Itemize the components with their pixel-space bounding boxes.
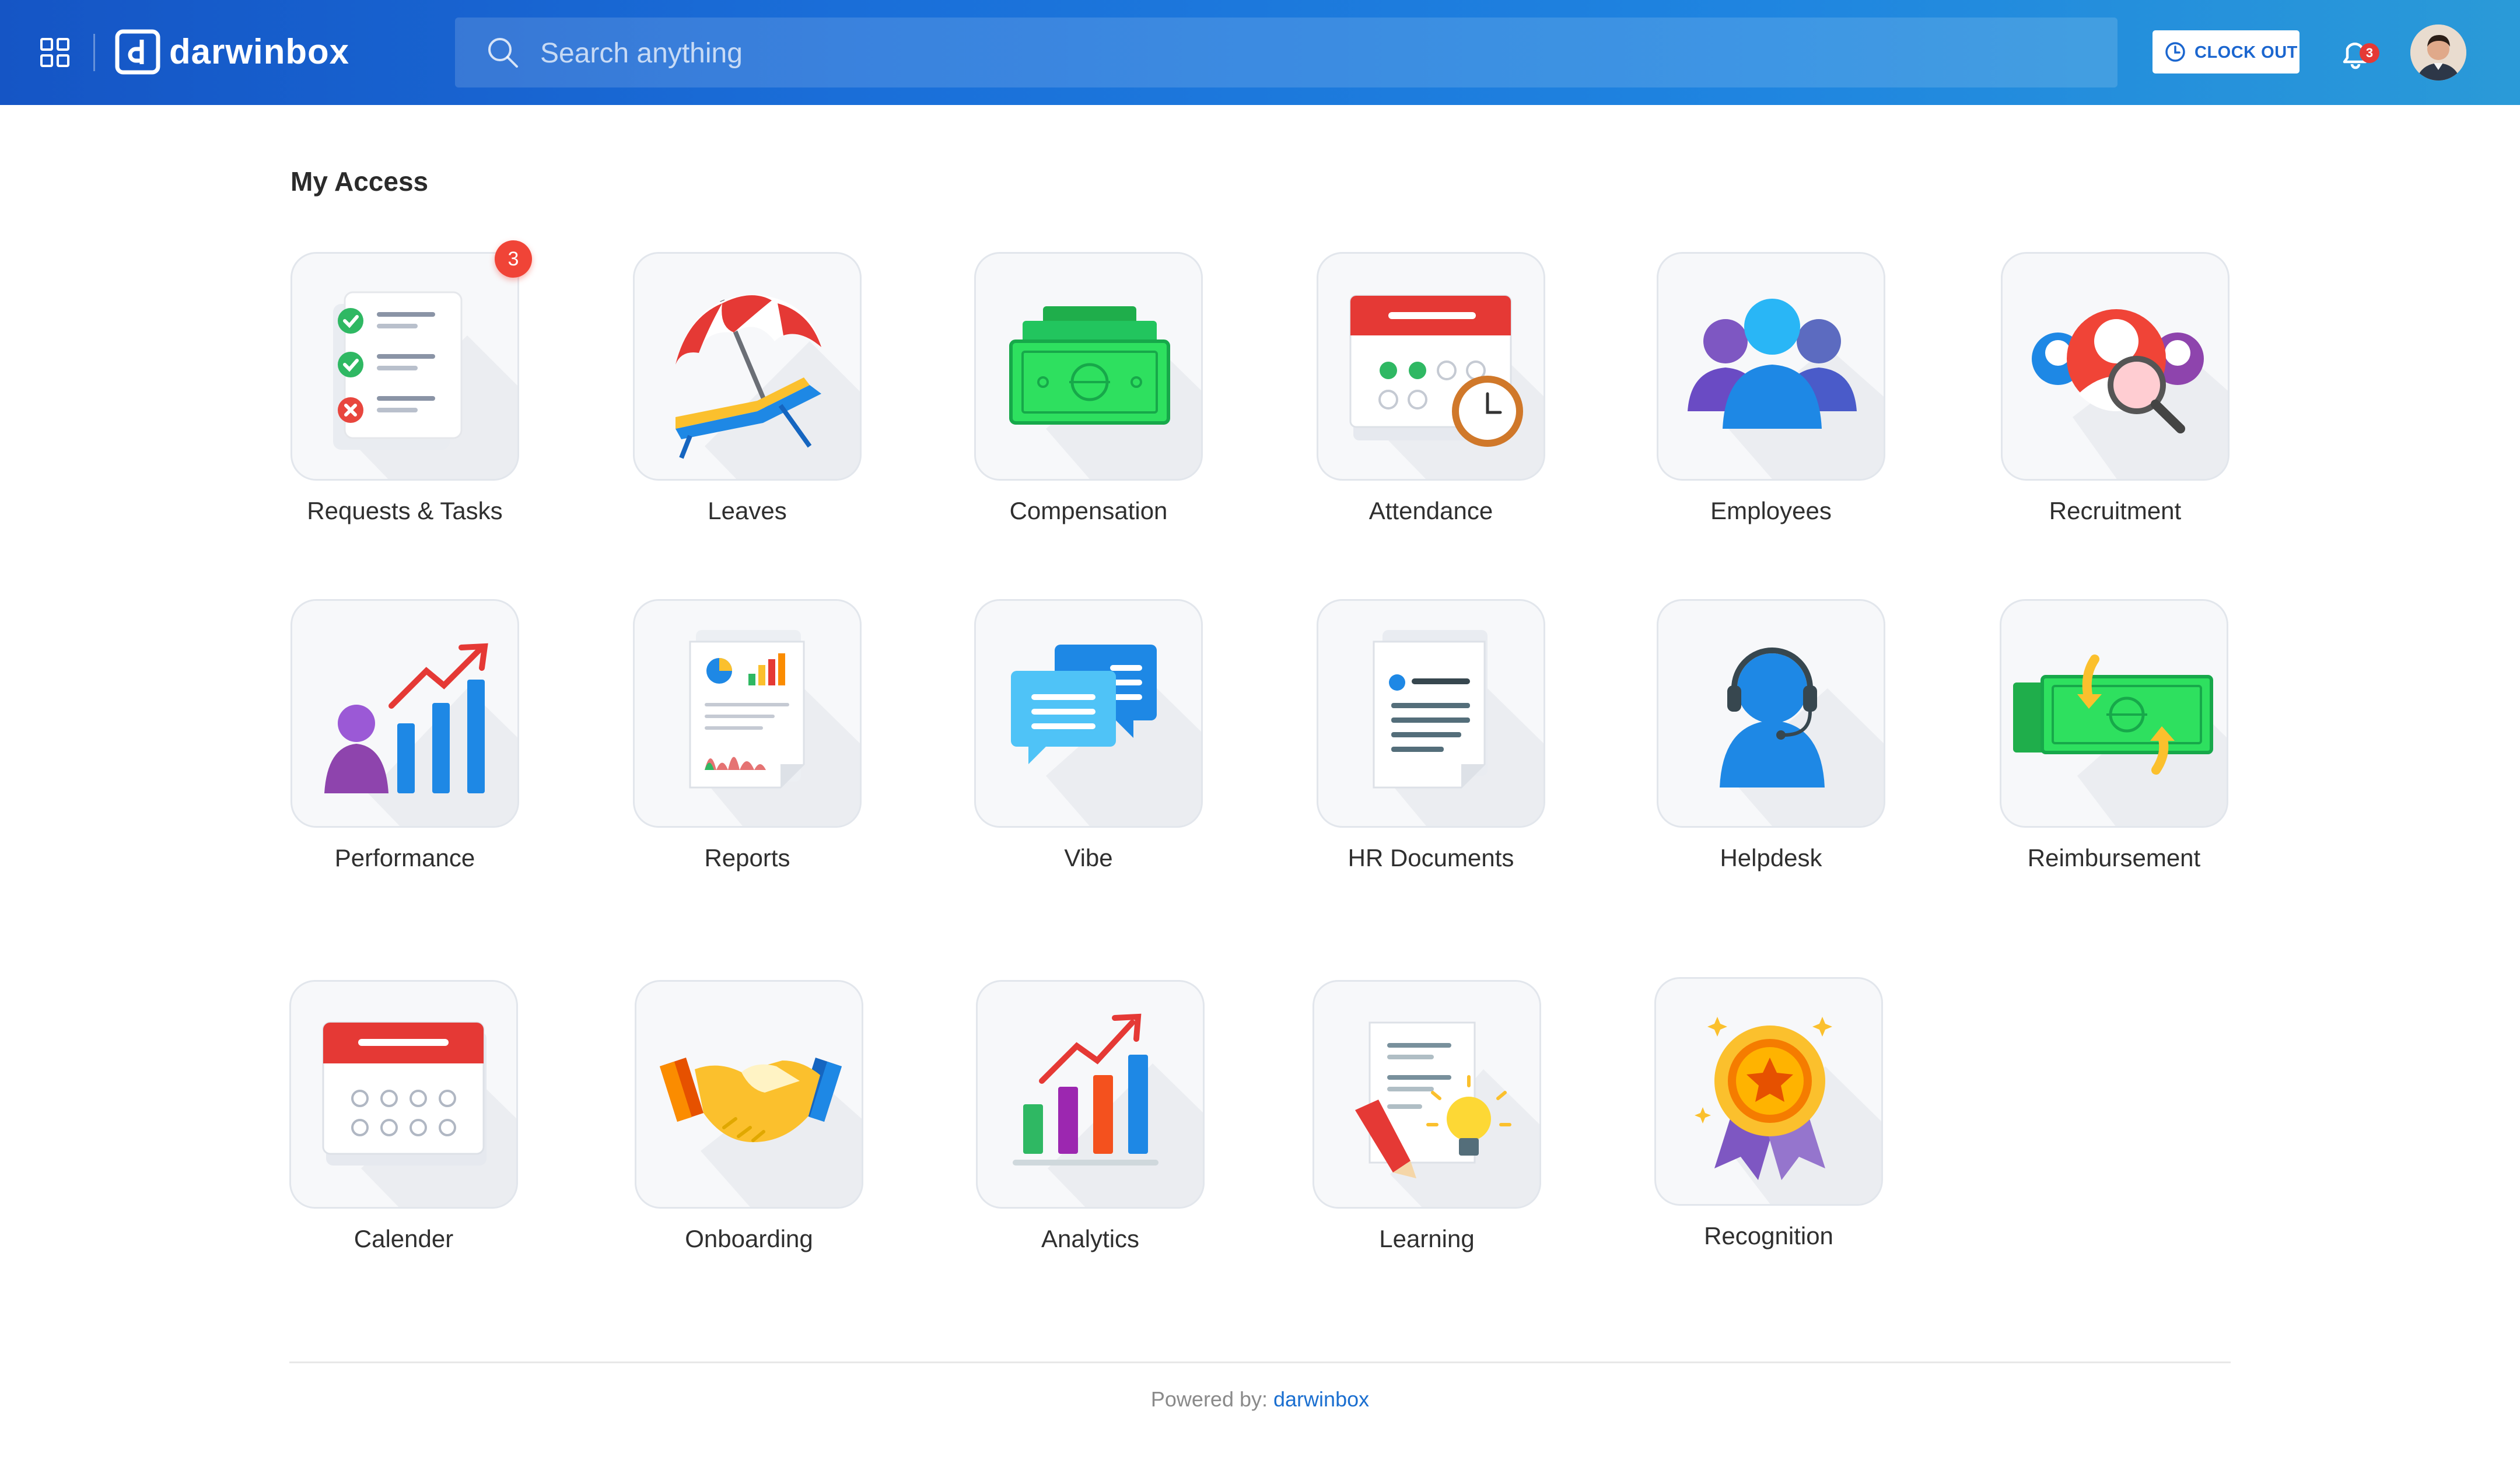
clock-out-label: CLOCK OUT [2194,43,2298,62]
tile-card [1657,252,1885,481]
footer-divider [289,1362,2231,1363]
user-photo-icon [2410,24,2466,80]
handshake-icon [660,1058,862,1207]
tile-label: Recruitment [2049,497,2182,524]
section-title: My Access [290,166,429,197]
tile-label: Calender [354,1225,454,1252]
requests-tasks-icon [333,291,517,479]
tile-label: Attendance [1368,497,1493,524]
tile-card [290,252,519,481]
tile-label: Reports [704,844,790,872]
top-header: darwinbox CLOCK OUT 3 [0,0,2520,105]
tile-card [1654,977,1883,1206]
tile-card [2001,252,2230,481]
people-group-icon [1688,299,1884,479]
tile-label: Performance [334,844,475,872]
clock-icon [2165,42,2185,62]
growth-chart-icon [324,643,517,826]
footer: Powered by: darwinbox [0,1387,2520,1412]
tile-card [289,980,518,1209]
tile-card [290,599,519,828]
tile-label: Reimbursement [2027,844,2201,872]
search-bar[interactable] [455,18,2118,88]
tile-card [633,252,862,481]
search-input[interactable] [539,28,2087,78]
report-document-icon [689,630,860,826]
tile-card [1657,599,1885,828]
tile-label: Compensation [1009,497,1168,524]
cash-stack-icon [1009,306,1201,479]
tile-label: Recognition [1704,1222,1833,1250]
documents-icon [1373,630,1544,826]
chat-bubbles-icon [1011,645,1201,826]
tile-label: HR Documents [1348,844,1514,872]
clock-out-button[interactable]: CLOCK OUT [2152,30,2300,74]
notifications-button[interactable]: 3 [2336,32,2379,74]
darwinbox-logo-icon[interactable] [115,29,160,75]
tile-card [974,252,1203,481]
tile-card [2000,599,2228,828]
tile-label: Helpdesk [1720,844,1822,872]
header-divider [93,34,95,71]
candidate-search-icon [2032,309,2228,479]
powered-by-text: Powered by: [1150,1387,1274,1411]
tile-card [974,599,1203,828]
calendar-clock-icon [1349,295,1544,479]
tile-card [1312,980,1541,1209]
tile-label: Leaves [708,497,787,524]
footer-brand-link[interactable]: darwinbox [1273,1387,1369,1411]
tile-label: Vibe [1064,844,1113,872]
support-headset-icon [1720,648,1884,826]
tile-label: Analytics [1041,1225,1140,1252]
user-avatar[interactable] [2410,24,2466,80]
notification-count-badge: 3 [2360,43,2379,63]
tile-label: Employees [1710,497,1832,524]
tile-label: Learning [1379,1225,1475,1252]
tile-label: Requests & Tasks [307,497,503,524]
award-badge-icon [1695,1017,1881,1204]
cash-exchange-icon [2013,654,2227,826]
search-icon [488,38,518,68]
brand-name[interactable]: darwinbox [169,32,349,72]
bar-chart-icon [1013,1013,1203,1207]
apps-grid-icon[interactable] [40,37,70,68]
lightbulb-document-icon [1355,1021,1539,1207]
tile-card [633,599,862,828]
tile-card [976,980,1205,1209]
beach-chair-icon [676,295,860,479]
tile-card [1317,599,1545,828]
tile-card [635,980,863,1209]
requests-count-badge: 3 [495,240,532,278]
tile-card [1317,252,1545,481]
tile-label: Onboarding [685,1225,813,1252]
calendar-icon [322,1021,516,1207]
